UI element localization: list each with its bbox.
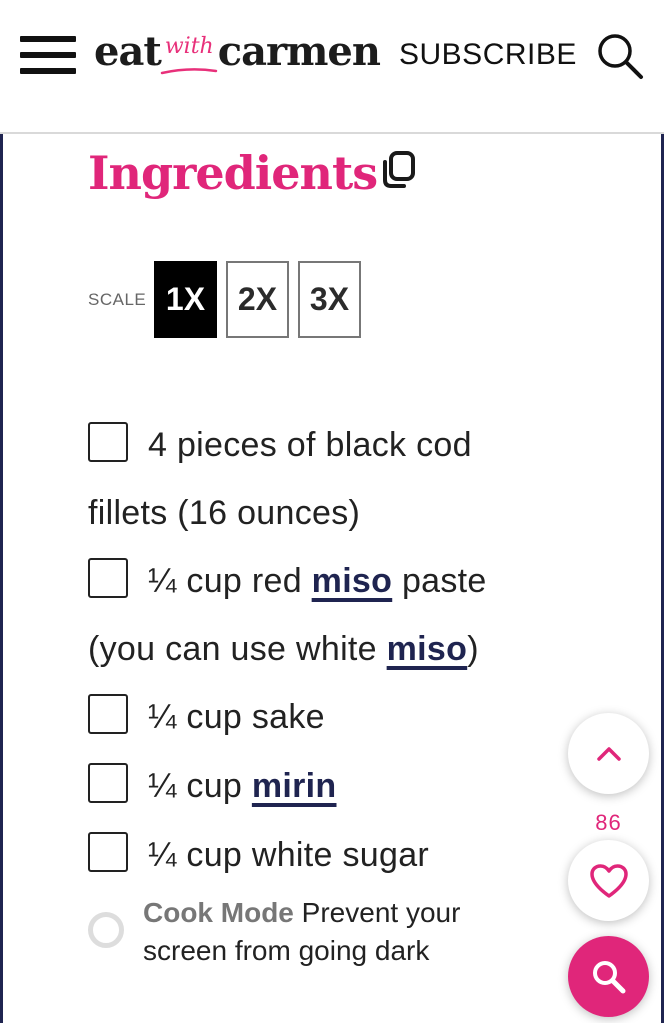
- site-logo[interactable]: eat with carmen: [94, 28, 381, 84]
- chevron-up-icon: [596, 746, 621, 761]
- site-header: eat with carmen SUBSCRIBE: [0, 0, 664, 134]
- ingredient-checkbox[interactable]: [88, 422, 128, 462]
- ingredient-text: ): [467, 630, 479, 668]
- copy-icon[interactable]: [380, 150, 418, 190]
- ingredient-text: ¼ cup red: [148, 562, 312, 600]
- logo-carmen-text: carmen: [217, 28, 381, 75]
- heart-icon: [589, 863, 628, 898]
- ingredient-item-1: 4 pieces of black cod fillets (16 ounces…: [88, 411, 558, 547]
- ingredient-checkbox[interactable]: [88, 694, 128, 734]
- scale-label: SCALE: [88, 290, 147, 309]
- cook-mode-label: Cook Mode: [143, 897, 294, 928]
- logo-swoosh: [160, 68, 218, 75]
- search-icon: [592, 960, 625, 993]
- mirin-link[interactable]: mirin: [252, 767, 337, 805]
- scroll-to-top-button[interactable]: [568, 713, 649, 794]
- favorite-button[interactable]: [568, 840, 649, 921]
- scale-3x-button[interactable]: 3X: [298, 261, 361, 338]
- floating-search-button[interactable]: [568, 936, 649, 1017]
- ingredient-checkbox[interactable]: [88, 558, 128, 598]
- ingredient-text: ¼ cup sake: [148, 698, 325, 736]
- ingredient-checkbox[interactable]: [88, 832, 128, 872]
- scale-2x-button[interactable]: 2X: [226, 261, 289, 338]
- ingredient-item-4: ¼ cup mirin: [88, 752, 558, 820]
- ingredients-heading: Ingredients: [88, 146, 378, 200]
- ingredient-checkbox[interactable]: [88, 763, 128, 803]
- ingredient-item-2: ¼ cup red miso paste (you can use white …: [88, 547, 558, 683]
- ingredient-item-5: ¼ cup white sugar: [88, 821, 558, 889]
- logo-with-text: with: [164, 34, 214, 59]
- ingredient-item-3: ¼ cup sake: [88, 683, 558, 751]
- logo-eat-text: eat: [94, 28, 162, 75]
- scale-1x-button[interactable]: 1X: [154, 261, 217, 338]
- cook-mode-toggle[interactable]: [88, 912, 124, 948]
- ingredient-text: 4 pieces of black cod fillets (16 ounces…: [88, 426, 472, 532]
- miso-link[interactable]: miso: [312, 562, 393, 600]
- miso-link[interactable]: miso: [387, 630, 468, 668]
- favorite-count: 86: [595, 810, 622, 835]
- cook-mode-text: Cook Mode Prevent your screen from going…: [143, 894, 523, 970]
- subscribe-link[interactable]: SUBSCRIBE: [399, 38, 577, 72]
- hamburger-menu-icon[interactable]: [20, 36, 76, 76]
- ingredient-text: ¼ cup white sugar: [148, 836, 430, 874]
- ingredient-text: ¼ cup: [148, 767, 252, 805]
- search-icon[interactable]: [596, 32, 644, 80]
